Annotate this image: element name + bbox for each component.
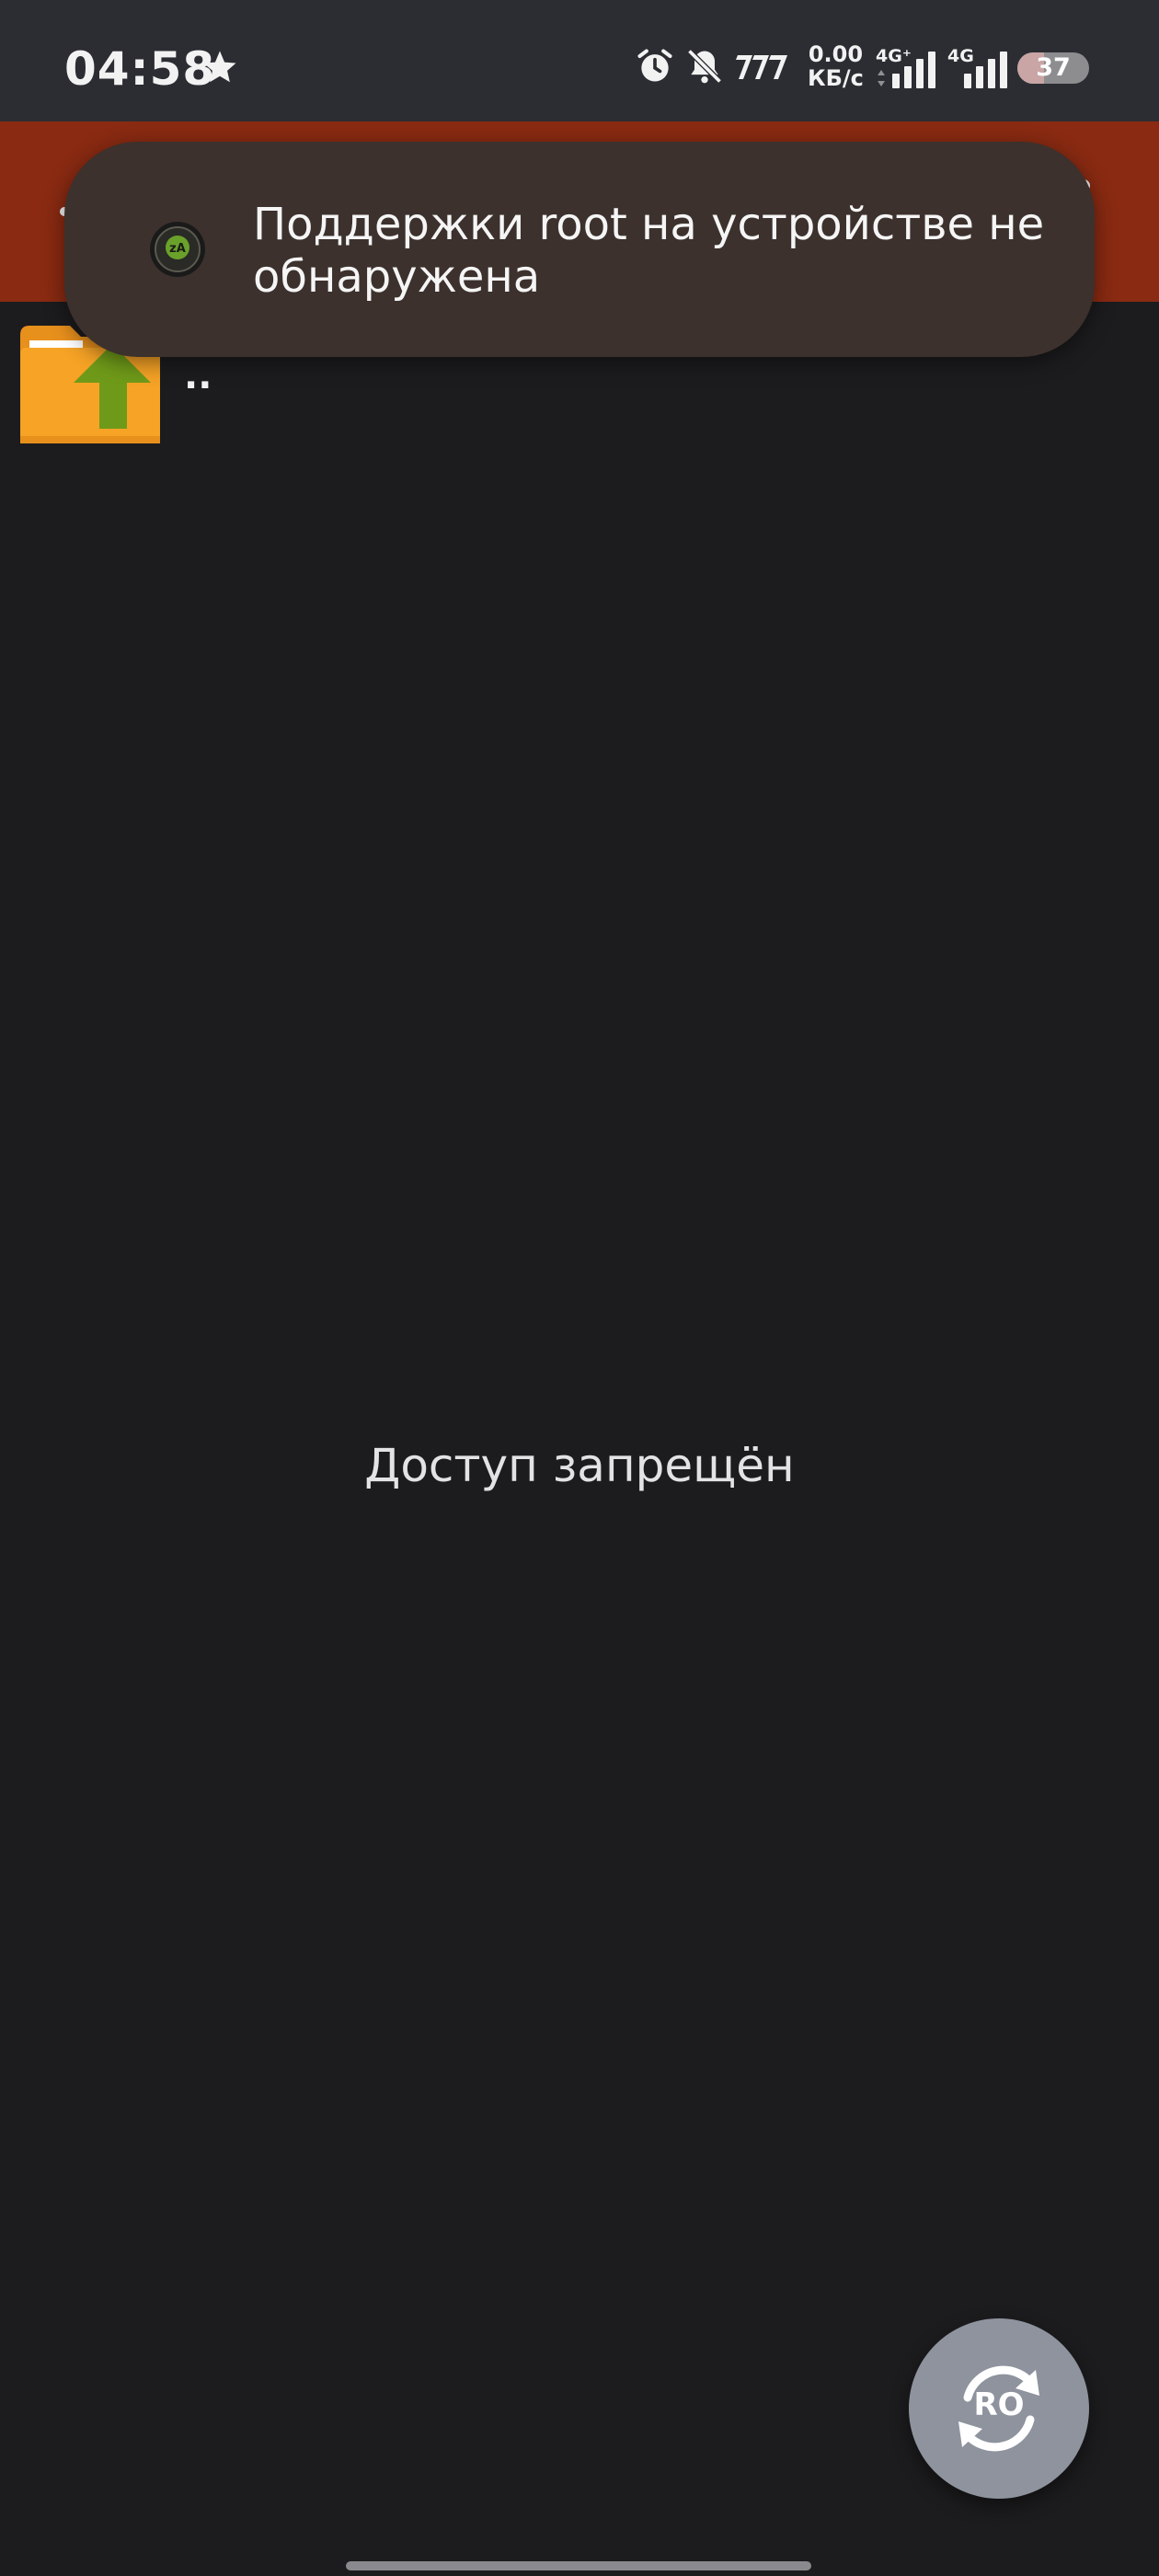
fab-label: RO [973,2386,1025,2423]
net-speed: 0.00 КБ/с [808,42,864,90]
svg-text:zA: zA [169,242,186,256]
toast-message: Поддержки root на устройстве не обнаруже… [253,199,1045,303]
battery-indicator: 37 [1017,52,1089,84]
carrier-777-icon [736,55,787,79]
read-only-toggle-button[interactable]: RO [909,2318,1089,2499]
gesture-nav-handle[interactable] [346,2561,811,2570]
bell-off-icon [687,49,722,84]
data-arrows-icon [878,70,885,86]
access-denied-message: Доступ запрещён [364,1439,795,1492]
battery-level: 37 [1036,53,1071,82]
net-speed-value: 0.00 [808,41,864,67]
star-icon [203,51,236,83]
status-bar: 04:58 0.00 КБ/с 4G⁺ 4G 37 [0,0,1159,121]
app-icon: zA [150,222,205,277]
alarm-icon [637,49,672,82]
status-time: 04:58 [64,42,216,96]
toast-notification: zA Поддержки root на устройстве не обнар… [64,142,1095,357]
signal-icon [892,52,935,88]
parent-directory-label: .. [184,355,212,397]
net-speed-unit: КБ/с [808,65,864,91]
signal-icon [964,52,1007,88]
